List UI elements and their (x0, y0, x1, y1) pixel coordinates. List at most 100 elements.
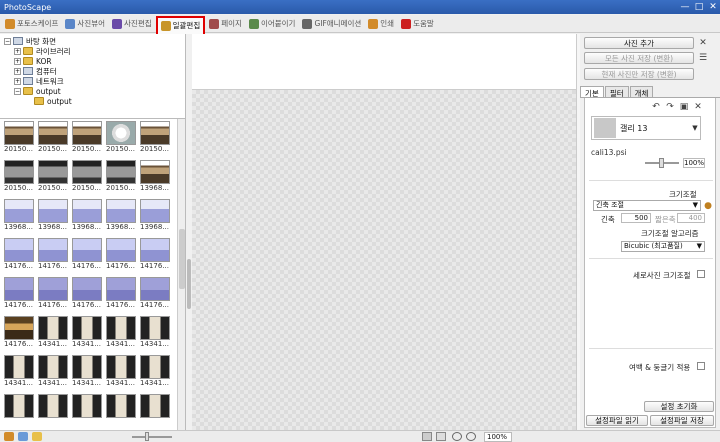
expand-icon[interactable]: + (14, 67, 21, 75)
thumbnail-item[interactable]: 14176... (38, 238, 70, 271)
thumbnail-item[interactable]: 14341... (38, 355, 70, 388)
thumbnail-item[interactable]: 13968... (72, 199, 104, 232)
open-folder-icon[interactable] (32, 432, 42, 441)
thumbnail-item[interactable]: 20150... (106, 160, 138, 193)
refresh-icon[interactable] (18, 432, 28, 441)
tree-root[interactable]: − 바탕 화면 (4, 36, 181, 46)
thumbnail-item[interactable]: 14341... (38, 316, 70, 349)
thumbnail-item[interactable]: 20150... (38, 160, 70, 193)
tab-filter[interactable]: 필터 (604, 86, 629, 98)
thumbnail-item[interactable]: 14176... (4, 316, 36, 349)
resize-algorithm-select[interactable]: Bicubic (최고품질) ▼ (621, 241, 705, 252)
thumbnail-item[interactable]: 14341... (140, 316, 172, 349)
actual-size-icon[interactable] (436, 432, 446, 441)
zoom-in-icon[interactable] (452, 432, 462, 441)
thumbnail-item[interactable]: 20150... (72, 160, 104, 193)
splitter-grip[interactable] (187, 259, 191, 309)
thumbnail-item[interactable]: 14341... (4, 355, 36, 388)
minimize-button[interactable]: — (678, 1, 692, 13)
tab-object[interactable]: 개체 (629, 86, 654, 98)
thumbnail-item[interactable]: 14176... (106, 238, 138, 271)
resize-mode-select[interactable]: 긴축 조절 ▼ (593, 200, 701, 211)
thumbnail-item[interactable]: 14341... (106, 355, 138, 388)
list-view-icon[interactable]: ☰ (698, 53, 708, 63)
thumbnail-item[interactable] (140, 394, 172, 427)
tree-item-computer[interactable]: + 컴퓨터 (4, 66, 181, 76)
tab-1[interactable]: 사진뷰어 (62, 16, 108, 32)
thumbnail-item[interactable]: 20150... (72, 121, 104, 154)
thumbnail-item[interactable]: 14341... (72, 316, 104, 349)
thumbnail-item[interactable]: 13968... (140, 199, 172, 232)
zoom-out-icon[interactable] (466, 432, 476, 441)
add-photo-button[interactable]: 사진 추가 (584, 37, 694, 49)
fit-window-icon[interactable] (422, 432, 432, 441)
save-current-button[interactable]: 현재 사진만 저장 (변환) (584, 68, 694, 80)
margin-round-checkbox[interactable] (697, 362, 705, 370)
thumbnail-item[interactable] (72, 394, 104, 427)
thumbnail-item[interactable]: 20150... (4, 160, 36, 193)
thumbnail-scrollbar[interactable] (177, 119, 185, 430)
frame-size-percent[interactable]: 100% (683, 158, 705, 168)
thumbnail-item[interactable]: 13968... (4, 199, 36, 232)
thumbnail-item[interactable]: 14176... (4, 238, 36, 271)
file-list-area[interactable] (192, 34, 576, 90)
short-side-input[interactable]: 400 (677, 213, 705, 223)
save-icon[interactable]: ▣ (679, 102, 689, 112)
tab-6[interactable]: GIF애니메이션 (299, 16, 364, 32)
preview-canvas[interactable] (192, 90, 576, 430)
thumbnail-item[interactable]: 14176... (140, 277, 172, 310)
tree-item-output[interactable]: − output (4, 86, 181, 96)
tree-item-network[interactable]: + 네트워크 (4, 76, 181, 86)
thumbnail-item[interactable]: 14341... (72, 355, 104, 388)
clear-list-icon[interactable]: ✕ (698, 38, 708, 48)
thumbnail-item[interactable]: 14176... (140, 238, 172, 271)
tree-item-kor[interactable]: + KOR (4, 56, 181, 66)
zoom-level[interactable]: 100% (484, 432, 512, 442)
tab-0[interactable]: 포토스케이프 (2, 16, 61, 32)
thumbnail-item[interactable]: 13968... (106, 199, 138, 232)
scrollbar-thumb[interactable] (179, 229, 185, 289)
collapse-icon[interactable]: − (14, 87, 21, 95)
save-settings-button[interactable]: 설정파일 저장 (650, 415, 714, 426)
tree-item-library[interactable]: + 라이브러리 (4, 46, 181, 56)
thumb-size-slider[interactable] (132, 436, 172, 438)
frame-size-slider[interactable]: 100% (645, 158, 705, 168)
slider-knob[interactable] (659, 158, 664, 168)
redo-icon[interactable]: ↷ (665, 102, 675, 112)
thumbnail-item[interactable] (38, 394, 70, 427)
thumbnail-item[interactable]: 14176... (72, 238, 104, 271)
load-settings-button[interactable]: 설정파일 읽기 (586, 415, 648, 426)
lock-icon[interactable]: ● (703, 201, 713, 211)
thumbnail-item[interactable] (4, 394, 36, 427)
thumbnail-item[interactable]: 14176... (106, 277, 138, 310)
thumbnail-item[interactable]: 13968... (140, 160, 172, 193)
collapse-icon[interactable]: − (4, 37, 11, 45)
expand-icon[interactable]: + (14, 77, 21, 85)
thumbnail-item[interactable]: 13968... (38, 199, 70, 232)
maximize-button[interactable]: □ (692, 1, 706, 13)
tab-basic[interactable]: 기본 (580, 86, 604, 98)
tab-5[interactable]: 이어붙이기 (246, 16, 299, 32)
thumbnail-item[interactable]: 14176... (4, 277, 36, 310)
frame-dropdown[interactable]: 갤리 13 ▼ (591, 116, 701, 140)
thumbnail-item[interactable]: 20150... (106, 121, 138, 154)
tree-item-output-child[interactable]: output (4, 96, 181, 106)
thumbnail-item[interactable] (106, 394, 138, 427)
expand-icon[interactable]: + (14, 57, 21, 65)
tab-3[interactable]: 일괄편집 (155, 15, 206, 36)
expand-icon[interactable]: + (14, 47, 21, 55)
thumbnail-item[interactable]: 20150... (38, 121, 70, 154)
tab-2[interactable]: 사진편집 (109, 16, 155, 32)
tab-8[interactable]: 도움말 (398, 16, 437, 32)
thumbnail-item[interactable]: 14176... (38, 277, 70, 310)
reset-settings-button[interactable]: 설정 초기화 (644, 401, 714, 412)
thumb-size-knob[interactable] (145, 432, 149, 441)
undo-icon[interactable]: ↶ (651, 102, 661, 112)
save-all-button[interactable]: 모든 사진 저장 (변환) (584, 52, 694, 64)
thumbnail-item[interactable]: 14341... (106, 316, 138, 349)
folder-up-icon[interactable] (4, 432, 14, 441)
close-button[interactable]: ✕ (706, 1, 720, 13)
thumbnail-item[interactable]: 14341... (140, 355, 172, 388)
portrait-resize-checkbox[interactable] (697, 270, 705, 278)
thumbnail-item[interactable]: 14176... (72, 277, 104, 310)
